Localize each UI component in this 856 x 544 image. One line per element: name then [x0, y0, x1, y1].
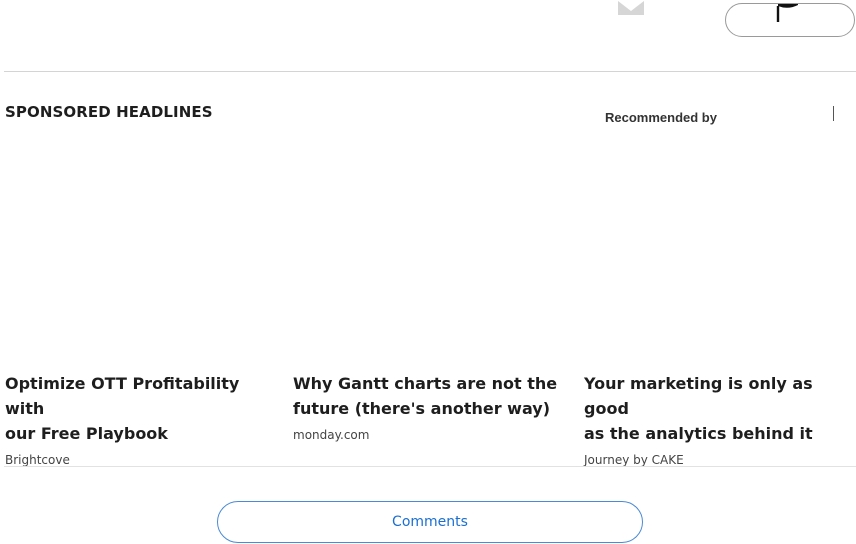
card-title[interactable]: Optimize OTT Profitability with our Free…: [5, 371, 275, 446]
card-title-line: Optimize OTT Profitability with: [5, 374, 240, 418]
separator: [833, 106, 834, 121]
flag-icon: [776, 4, 800, 22]
sponsored-card[interactable]: Why Gantt charts are not the future (the…: [293, 371, 563, 442]
card-title-line: our Free Playbook: [5, 424, 168, 443]
card-source: Journey by CAKE: [584, 453, 684, 467]
divider: [4, 71, 856, 72]
card-title-line: Why Gantt charts are not the: [293, 374, 558, 393]
card-source: Brightcove: [5, 453, 70, 467]
sponsored-card[interactable]: Your marketing is only as good as the an…: [584, 371, 854, 467]
sponsored-card[interactable]: Optimize OTT Profitability with our Free…: [5, 371, 275, 467]
section-title: SPONSORED HEADLINES: [5, 103, 213, 121]
report-button[interactable]: [725, 3, 855, 37]
card-title-line: future (there's another way): [293, 399, 550, 418]
card-source: monday.com: [293, 428, 370, 442]
mail-icon[interactable]: [617, 0, 645, 16]
card-title-line: Your marketing is only as good: [584, 374, 813, 418]
card-title[interactable]: Your marketing is only as good as the an…: [584, 371, 854, 446]
card-title-line: as the analytics behind it: [584, 424, 813, 443]
card-title[interactable]: Why Gantt charts are not the future (the…: [293, 371, 563, 421]
divider: [4, 466, 856, 467]
top-toolbar: [0, 0, 856, 72]
comments-button[interactable]: Comments: [217, 501, 643, 543]
recommended-by-label[interactable]: Recommended by: [605, 110, 717, 125]
